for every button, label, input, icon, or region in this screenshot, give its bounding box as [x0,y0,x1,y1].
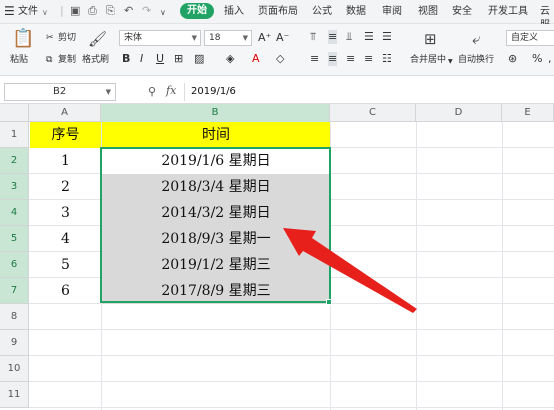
red-arrow-annotation [283,228,417,313]
arrow-shape [283,228,417,313]
